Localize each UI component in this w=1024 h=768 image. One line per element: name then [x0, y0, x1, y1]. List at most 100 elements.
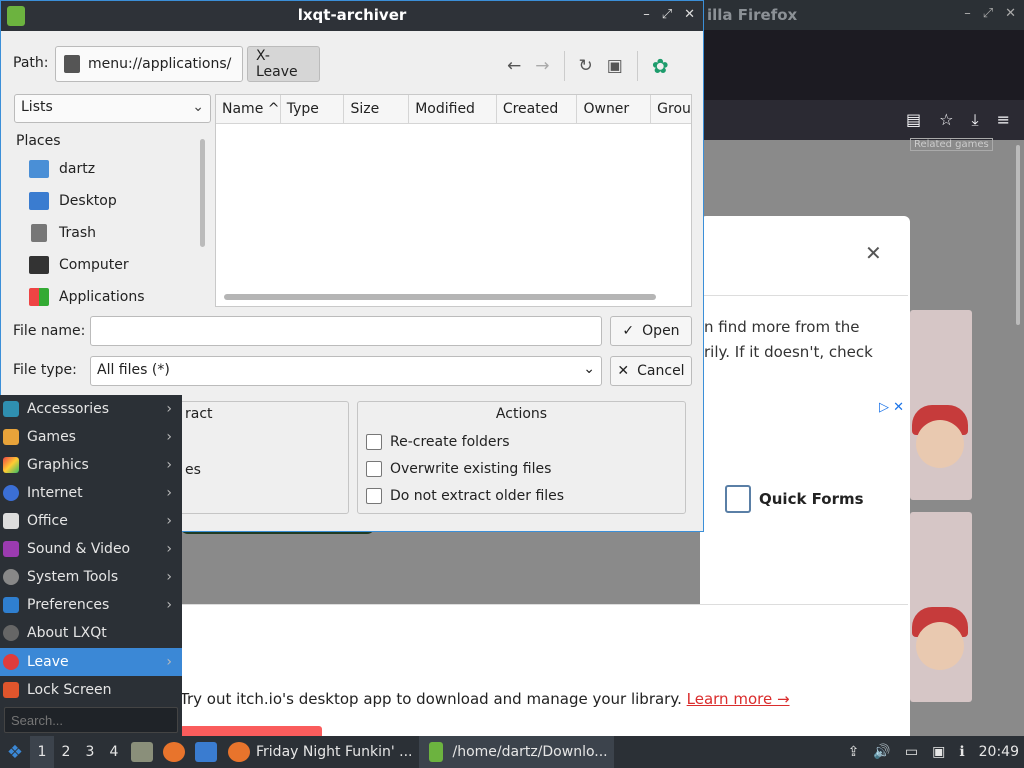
minimize-icon[interactable]: –	[964, 6, 971, 21]
workspace-3[interactable]: 3	[78, 736, 102, 768]
overwrite-files-checkbox[interactable]: Overwrite existing files	[366, 461, 551, 477]
table-hscrollbar[interactable]	[224, 294, 656, 300]
place-label: Trash	[59, 225, 96, 241]
quick-forms-label: Quick Forms	[759, 490, 864, 508]
lock-icon	[3, 682, 19, 698]
chevron-right-icon: ›	[166, 457, 172, 473]
clock[interactable]: 20:49	[979, 744, 1019, 760]
path-label: Path:	[13, 55, 49, 71]
place-home[interactable]: dartz	[29, 157, 95, 181]
close-icon[interactable]: ✕	[684, 7, 695, 22]
firefox-scrollbar[interactable]	[1016, 145, 1020, 325]
game-thumbnail[interactable]	[910, 310, 972, 500]
place-desktop[interactable]: Desktop	[29, 189, 117, 213]
menu-item-accessories[interactable]: Accessories ›	[0, 395, 182, 423]
column-header-owner[interactable]: Owner	[577, 95, 652, 123]
new-folder-icon[interactable]: ▣	[607, 56, 623, 76]
menu-item-internet[interactable]: Internet ›	[0, 479, 182, 507]
main-menu-icon[interactable]: ❖	[0, 742, 30, 763]
file-type-select[interactable]: All files (*) ⌄	[90, 356, 602, 386]
hamburger-menu-icon[interactable]: ≡	[997, 110, 1010, 130]
quick-forms-ad[interactable]: Quick Forms	[725, 485, 864, 513]
column-header-modified[interactable]: Modified	[409, 95, 497, 123]
clipboard-icon[interactable]: ▭	[905, 744, 918, 760]
place-trash[interactable]: Trash	[29, 221, 96, 245]
buy-button-edge[interactable]	[180, 726, 322, 736]
network-icon[interactable]: ▣	[932, 744, 945, 760]
notification-icon[interactable]: ℹ	[959, 744, 964, 760]
ad-box[interactable]: ▷ ✕	[700, 398, 908, 548]
place-label: Computer	[59, 257, 129, 273]
path-crumb-applications[interactable]: menu://applications/	[55, 46, 243, 82]
file-table[interactable]: Name ^ Type Size Modified Created Owner …	[215, 94, 692, 307]
place-computer[interactable]: Computer	[29, 253, 129, 277]
firefox-launcher-icon[interactable]	[163, 742, 185, 762]
menu-item-system-tools[interactable]: System Tools ›	[0, 563, 182, 591]
menu-item-games[interactable]: Games ›	[0, 423, 182, 451]
upload-icon[interactable]: ⇪	[848, 744, 860, 760]
maximize-icon[interactable]: ⤢	[983, 6, 993, 21]
open-button[interactable]: ✓ Open	[610, 316, 692, 346]
column-header-type[interactable]: Type	[281, 95, 345, 123]
menu-search-input[interactable]	[4, 707, 178, 733]
close-icon[interactable]: ✕	[1005, 6, 1016, 21]
reader-view-icon[interactable]: ▤	[906, 110, 921, 130]
forward-arrow-icon[interactable]: →	[535, 56, 549, 76]
workspace-4[interactable]: 4	[102, 736, 126, 768]
workspace-1[interactable]: 1	[30, 736, 54, 768]
table-header: Name ^ Type Size Modified Created Owner …	[216, 95, 691, 124]
drive-icon	[64, 55, 80, 73]
related-games-label[interactable]: Related games	[910, 138, 993, 151]
places-view-select[interactable]: Lists ⌄	[14, 94, 211, 123]
close-icon[interactable]: ✕	[865, 241, 882, 265]
reload-icon[interactable]: ↻	[579, 56, 593, 76]
chevron-right-icon: ›	[166, 569, 172, 585]
cancel-button[interactable]: ✕ Cancel	[610, 356, 692, 386]
bookmark-star-icon[interactable]: ☆	[939, 110, 953, 130]
menu-item-label: Internet	[27, 485, 83, 501]
ad-choices-icon[interactable]: ▷ ✕	[879, 400, 904, 415]
workspace-2[interactable]: 2	[54, 736, 78, 768]
menu-item-about[interactable]: About LXQt	[0, 619, 182, 647]
no-older-files-checkbox[interactable]: Do not extract older files	[366, 488, 564, 504]
column-header-name[interactable]: Name ^	[216, 95, 281, 123]
chevron-right-icon: ›	[166, 429, 172, 445]
graphics-icon	[3, 457, 19, 473]
menu-item-office[interactable]: Office ›	[0, 507, 182, 535]
menu-item-lock-screen[interactable]: Lock Screen	[0, 676, 182, 704]
menu-item-graphics[interactable]: Graphics ›	[0, 451, 182, 479]
column-header-group[interactable]: Grou	[651, 95, 691, 123]
firefox-icon	[228, 742, 250, 762]
minimize-icon[interactable]: –	[643, 7, 650, 22]
form-icon	[725, 485, 751, 513]
main-menu: Accessories › Games › Graphics › Internet › …	[0, 395, 182, 736]
file-manager-launcher-icon[interactable]	[131, 742, 153, 762]
show-desktop-icon[interactable]	[195, 742, 217, 762]
downloads-icon[interactable]: ⤓	[972, 110, 979, 130]
places-scrollbar[interactable]	[200, 139, 205, 247]
file-name-input[interactable]	[90, 316, 602, 346]
settings-gear-icon[interactable]: ✿	[652, 54, 669, 78]
place-applications[interactable]: Applications	[29, 285, 145, 309]
maximize-icon[interactable]: ⤢	[662, 7, 672, 22]
home-folder-icon	[29, 160, 49, 178]
task-archiver[interactable]: /home/dartz/Downlo...	[418, 736, 614, 768]
menu-item-preferences[interactable]: Preferences ›	[0, 591, 182, 619]
volume-icon[interactable]: 🔊	[873, 744, 890, 760]
chevron-right-icon: ›	[166, 541, 172, 557]
game-thumbnail[interactable]	[910, 512, 972, 702]
column-header-size[interactable]: Size	[344, 95, 410, 123]
back-arrow-icon[interactable]: ←	[507, 56, 521, 76]
chevron-right-icon: ›	[166, 513, 172, 529]
checkbox-label: Do not extract older files	[390, 488, 565, 504]
learn-more-link[interactable]: Learn more →	[687, 690, 790, 708]
task-firefox[interactable]: Friday Night Funkin' ...	[222, 736, 419, 768]
recreate-folders-checkbox[interactable]: Re-create folders	[366, 434, 510, 450]
column-header-created[interactable]: Created	[497, 95, 578, 123]
preferences-icon	[3, 597, 19, 613]
checkbox-label: Overwrite existing files	[390, 461, 552, 477]
menu-item-sound-video[interactable]: Sound & Video ›	[0, 535, 182, 563]
task-label: /home/dartz/Downlo...	[452, 744, 608, 760]
path-crumb-leave[interactable]: X-Leave	[247, 46, 320, 82]
menu-item-leave[interactable]: Leave ›	[0, 648, 182, 676]
